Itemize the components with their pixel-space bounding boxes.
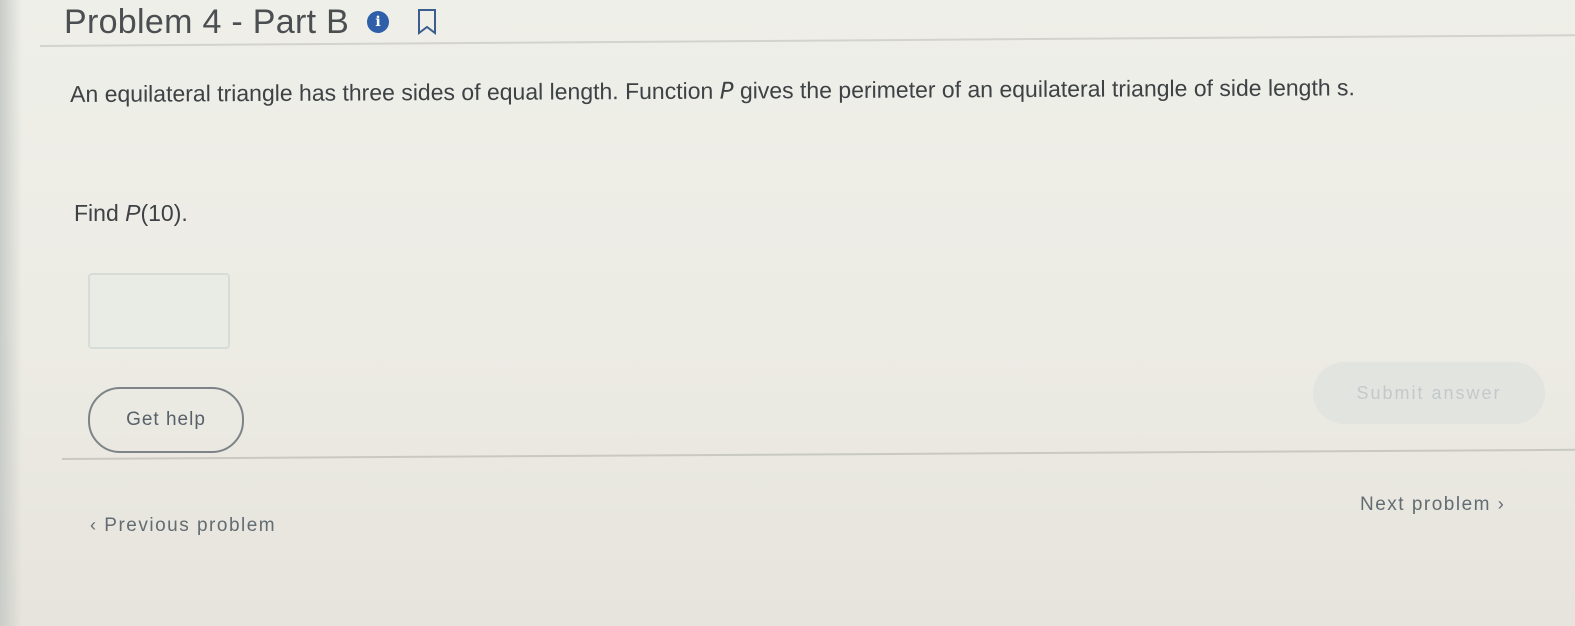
page-title: Problem 4 - Part B — [64, 2, 350, 41]
problem-prompt: An equilateral triangle has three sides … — [70, 62, 1530, 120]
question-argument: (10). — [140, 200, 188, 226]
previous-problem-link[interactable]: ‹ Previous problem — [90, 515, 276, 537]
previous-problem-label: Previous problem — [104, 515, 277, 536]
question-function: P — [125, 200, 141, 226]
footer-divider — [61, 448, 1575, 460]
chevron-right-icon: › — [1497, 494, 1506, 514]
bookmark-icon[interactable] — [417, 9, 437, 35]
prompt-text-a: An equilateral triangle has three sides … — [70, 77, 720, 107]
next-problem-link[interactable]: Next problem › — [1360, 494, 1505, 516]
problem-header: Problem 4 - Part B i — [64, 0, 437, 44]
left-edge-shade — [0, 0, 22, 626]
info-icon[interactable]: i — [367, 11, 390, 33]
next-problem-label: Next problem — [1360, 494, 1491, 515]
answer-input[interactable] — [88, 273, 230, 349]
prompt-function-name: P — [719, 78, 734, 105]
submit-answer-button[interactable]: Submit answer — [1313, 362, 1545, 424]
chevron-left-icon: ‹ — [90, 515, 98, 535]
question-prefix: Find — [74, 200, 126, 226]
question: Find P(10). — [74, 200, 188, 227]
prompt-text-b: gives the perimeter of an equilateral tr… — [733, 74, 1355, 104]
get-help-button[interactable]: Get help — [88, 387, 244, 453]
